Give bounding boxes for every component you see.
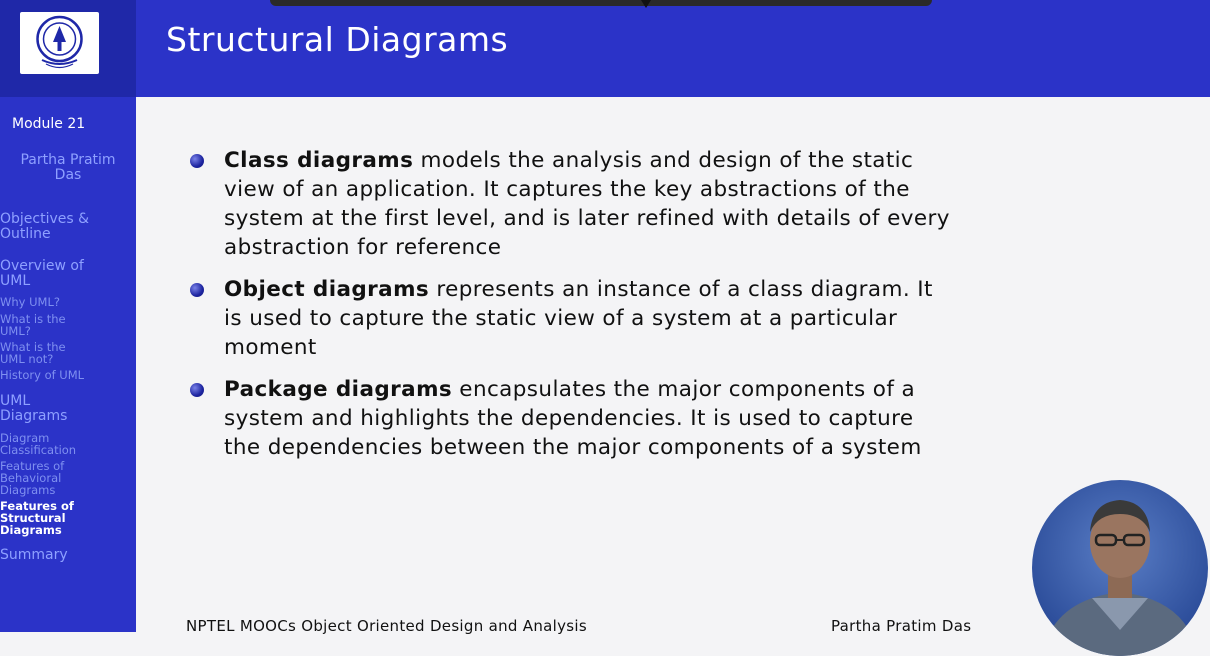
institute-logo	[20, 12, 99, 74]
institute-seal-icon	[36, 15, 83, 69]
bullet-text: represents an instance of a class diagra…	[429, 277, 933, 302]
bullet-dot-icon	[190, 154, 204, 168]
slide-sidebar: Module 21 Partha Pratim Das Objectives &…	[0, 0, 136, 632]
player-control-strip[interactable]	[270, 0, 932, 6]
presenter-video-thumbnail[interactable]	[1032, 480, 1208, 656]
bullet-text: is used to capture the static view of a …	[224, 306, 898, 331]
bullet-object-diagrams: Object diagrams represents an instance o…	[190, 275, 1164, 362]
nav-item-label: History of UML	[0, 368, 85, 382]
nav-subitem-behavioral[interactable]: Features of Behavioral Diagrams	[0, 460, 136, 496]
bullet-text: system at the first level, and is later …	[224, 206, 950, 231]
bullet-text: abstraction for reference	[224, 235, 502, 260]
bullet-text: view of an application. It captures the …	[224, 177, 910, 202]
nav-item-label: Summary	[0, 547, 68, 563]
nav-item-label: Outline	[0, 225, 51, 242]
bullet-dot-icon	[190, 283, 204, 297]
mouse-cursor-icon	[641, 0, 651, 8]
bullet-package-diagrams: Package diagrams encapsulates the major …	[190, 375, 1164, 462]
nav-item-label: UML?	[0, 324, 31, 339]
nav-item-uml-diagrams[interactable]: UML Diagrams	[0, 394, 136, 423]
bullet-text: moment	[224, 335, 317, 360]
nav-item-label: Why UML?	[0, 295, 60, 309]
bullet-text: system and highlights the dependencies. …	[224, 406, 914, 431]
nav-item-label: Overview of	[0, 258, 84, 274]
slide-title: Structural Diagrams	[166, 20, 509, 59]
nav-author[interactable]: Partha Pratim Das	[0, 153, 136, 182]
nav-author-line2: Das	[54, 166, 82, 183]
footer-author: Partha Pratim Das	[831, 617, 972, 635]
nav-item-overview[interactable]: Overview of UML	[0, 259, 136, 288]
nav-subitem-what-uml-not[interactable]: What is the UML not?	[0, 341, 136, 365]
bullet-term: Package diagrams	[224, 377, 453, 402]
nav-subitem-what-is-uml[interactable]: What is the UML?	[0, 313, 136, 337]
footer-course-title: NPTEL MOOCs Object Oriented Design and A…	[186, 617, 587, 635]
nav-module-label[interactable]: Module 21	[12, 117, 136, 132]
nav-item-label: UML	[0, 272, 31, 289]
presenter-figure-icon	[1042, 500, 1198, 656]
nav-subitem-structural-active[interactable]: Features of Structural Diagrams	[0, 500, 136, 536]
nav-item-label: Objectives &	[0, 211, 90, 227]
nav-author-line1: Partha Pratim	[20, 152, 116, 168]
nav-item-label: Diagrams	[0, 407, 68, 424]
nav-item-label: Diagrams	[0, 483, 56, 498]
bullet-term: Object diagrams	[224, 277, 430, 302]
bullet-text: models the analysis and design of the st…	[413, 148, 914, 173]
slide-title-bar: Structural Diagrams	[136, 0, 1210, 97]
bullet-dot-icon	[190, 383, 204, 397]
logo-area	[0, 0, 136, 97]
nav-item-label: UML	[0, 393, 31, 409]
nav-item-label: UML not?	[0, 352, 54, 367]
nav-item-label: Diagrams	[0, 523, 62, 538]
bullet-class-diagrams: Class diagrams models the analysis and d…	[190, 146, 1164, 262]
bullet-text: encapsulates the major components of a	[452, 377, 916, 402]
nav-item-objectives[interactable]: Objectives & Outline	[0, 212, 136, 241]
nav-item-summary[interactable]: Summary	[0, 548, 136, 563]
nav-subitem-history[interactable]: History of UML	[0, 369, 136, 381]
nav-item-label: Classification	[0, 443, 77, 458]
nav-subitem-why-uml[interactable]: Why UML?	[0, 296, 136, 308]
bullet-term: Class diagrams	[224, 148, 414, 173]
nav-subitem-classification[interactable]: Diagram Classification	[0, 432, 136, 456]
bullet-text: the dependencies between the major compo…	[224, 435, 922, 460]
